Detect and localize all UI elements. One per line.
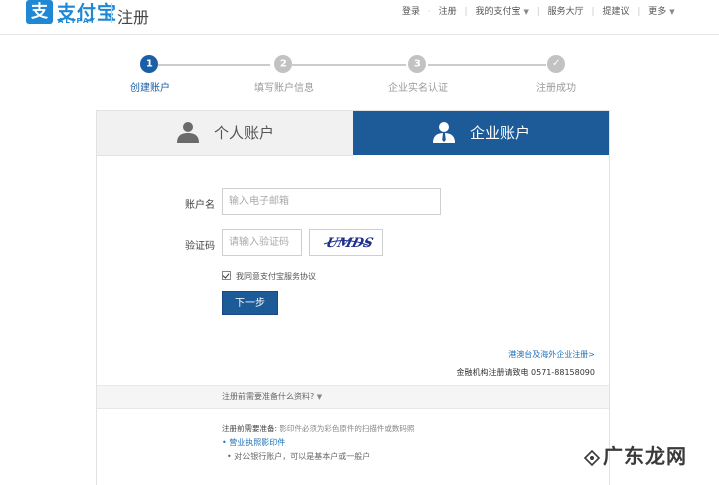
captcha-label: 验证码 <box>185 241 215 252</box>
watermark-text: 广东龙网 <box>603 444 687 468</box>
prep-title: 注册前需要准备什么资料? <box>222 392 315 401</box>
step-4-label: 注册成功 <box>536 83 576 94</box>
next-step-button[interactable]: 下一步 <box>222 291 278 315</box>
institution-hotline: 金融机构注册请致电 0571-88158090 <box>456 368 595 377</box>
tab-personal-label: 个人账户 <box>213 124 274 142</box>
prep-toggle[interactable]: 注册前需要准备什么资料? ▼ <box>222 391 322 402</box>
step-2-marker: 2 <box>270 51 296 77</box>
caret-down-icon: ▼ <box>669 8 675 16</box>
step-3-label: 企业实名认证 <box>388 83 448 94</box>
nav-feedback-link[interactable]: 提建议 <box>602 4 629 17</box>
nav-separator: · <box>427 7 431 17</box>
check-icon: ✓ <box>551 57 561 69</box>
tab-business-account[interactable]: 企业账户 <box>353 111 609 155</box>
captcha-text: UMDS <box>324 236 374 251</box>
overseas-register-link[interactable]: 港澳台及海外企业注册> <box>508 349 595 360</box>
nav-separator: | <box>536 7 540 17</box>
prep-item-bank: • 对公银行账户，可以是基本户或一般户 <box>227 452 371 461</box>
nav-service-hall-link[interactable]: 服务大厅 <box>548 4 584 17</box>
alipay-logo-icon[interactable]: 支 <box>26 0 53 24</box>
person-icon <box>176 121 199 143</box>
prep-note: 注册前需要准备: 影印件必须为彩色原件的扫描件或数码照 <box>222 423 414 434</box>
nav-my-alipay-menu[interactable]: 我的支付宝 ▼ <box>475 4 528 17</box>
tab-business-label: 企业账户 <box>469 124 530 142</box>
account-name-input[interactable]: 输入电子邮箱 <box>222 188 441 215</box>
top-header: 支 支付宝 ALIPAY 注册 登录 · 注册 | 我的支付宝 ▼ | 服务大厅 … <box>0 0 719 35</box>
step-2-number: 2 <box>279 58 287 69</box>
page-title: 注册 <box>117 8 150 27</box>
nav-separator: | <box>464 7 468 17</box>
top-nav: 登录 · 注册 | 我的支付宝 ▼ | 服务大厅 | 提建议 | 更多 ▼ <box>402 4 675 17</box>
nav-register-link[interactable]: 注册 <box>439 4 457 17</box>
nav-separator: | <box>637 7 641 17</box>
captcha-input[interactable]: 请输入验证码 <box>222 229 302 256</box>
captcha-image[interactable]: UMDS <box>309 229 383 256</box>
step-1-number: 1 <box>145 58 153 69</box>
alipay-logo-en: ALIPAY <box>58 17 97 25</box>
nav-login-link[interactable]: 登录 <box>402 4 420 17</box>
nav-my-alipay-label: 我的支付宝 <box>475 7 521 17</box>
agreement-row: 我同意支付宝服务协议 <box>222 271 316 282</box>
step-connector <box>158 64 270 66</box>
captcha-art: UMDS <box>323 236 375 251</box>
step-4-marker: ✓ <box>543 51 569 77</box>
agreement-link[interactable]: 我同意支付宝服务协议 <box>236 272 316 281</box>
step-1-marker: 1 <box>136 51 162 77</box>
step-2-label: 填写账户信息 <box>254 83 314 94</box>
prep-item-license[interactable]: • 营业执照影印件 <box>222 437 285 448</box>
step-connector <box>428 64 546 66</box>
step-1-label: 创建账户 <box>130 83 170 94</box>
business-person-icon <box>432 121 455 143</box>
step-3-number: 3 <box>413 58 421 69</box>
prep-toggle-bar[interactable]: 注册前需要准备什么资料? ▼ <box>97 385 609 409</box>
account-name-label: 账户名 <box>185 200 215 211</box>
step-connector <box>292 64 406 66</box>
caret-down-icon: ▼ <box>523 8 529 16</box>
logo-divider <box>111 3 112 23</box>
nav-more-label: 更多 <box>648 7 667 17</box>
prep-note-text: 影印件必须为彩色原件的扫描件或数码照 <box>279 424 415 433</box>
agreement-checkbox[interactable] <box>222 271 231 280</box>
registration-card: 个人账户 企业账户 账户名 输入电子邮箱 验证码 请输入验证码 UMDS 我同意… <box>96 110 610 485</box>
nav-separator: | <box>591 7 595 17</box>
nav-more-menu[interactable]: 更多 ▼ <box>648 4 674 17</box>
prep-note-heading: 注册前需要准备: <box>222 424 278 433</box>
watermark-logo-icon <box>583 449 601 466</box>
step-3-marker: 3 <box>404 51 430 77</box>
caret-down-icon: ▼ <box>316 393 323 401</box>
site-watermark: 广东龙网 <box>583 440 687 469</box>
tab-personal-account[interactable]: 个人账户 <box>97 111 353 156</box>
